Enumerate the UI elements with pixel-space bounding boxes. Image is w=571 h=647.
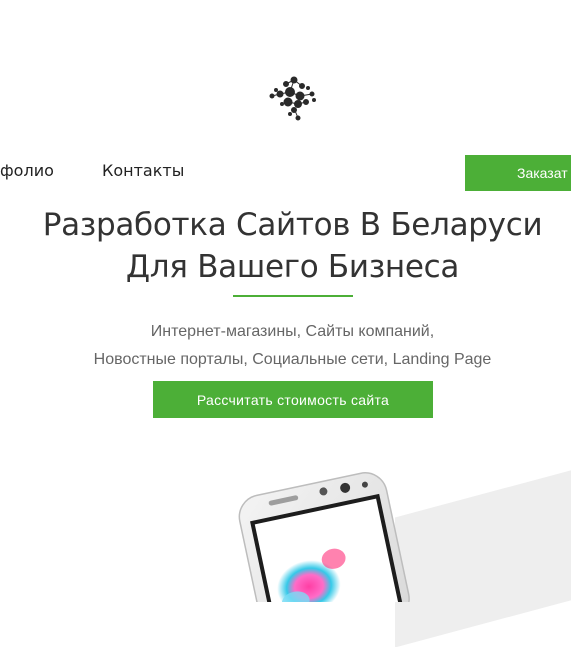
hero-subtitle-line-2: Новостные порталы, Социальные сети, Land… <box>93 351 492 368</box>
order-button[interactable]: Заказат <box>465 155 571 191</box>
title-divider <box>233 295 353 297</box>
logo-icon[interactable] <box>268 74 318 122</box>
hero-subtitle-line-1: Интернет-магазины, Сайты компаний, <box>150 323 435 340</box>
hero-title-line-1: Разработка Сайтов В Беларуси <box>42 207 543 243</box>
hero-title: Разработка Сайтов В Беларуси Для Вашего … <box>0 204 571 288</box>
paper-background-image <box>395 458 571 647</box>
nav-link-portfolio[interactable]: фолио <box>0 161 54 180</box>
smartphone-image <box>238 472 410 602</box>
nav-link-contacts[interactable]: Контакты <box>102 161 184 180</box>
hero-subtitle: Интернет-магазины, Сайты компаний, Новос… <box>0 318 571 374</box>
hero-title-line-2: Для Вашего Бизнеса <box>125 249 460 285</box>
calculate-cost-button[interactable]: Рассчитать стоимость сайта <box>153 381 433 418</box>
